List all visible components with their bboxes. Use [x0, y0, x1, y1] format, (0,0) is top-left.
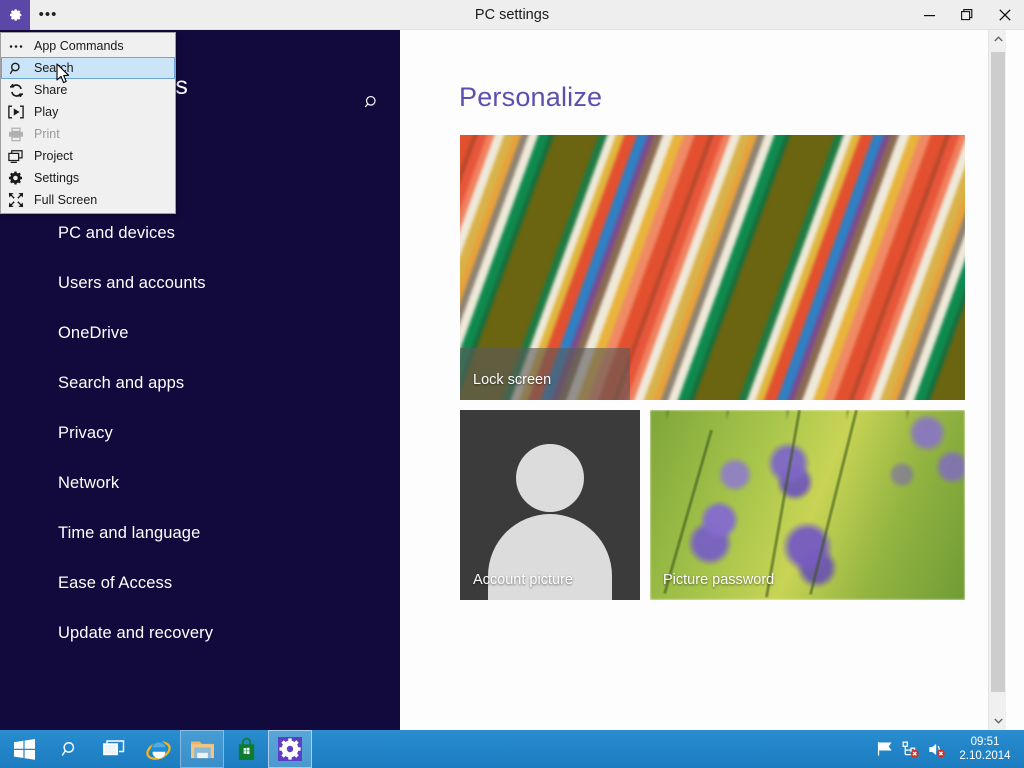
content-scrollbar[interactable] — [988, 30, 1006, 730]
tile-row: Account picture Picture password — [460, 410, 965, 600]
play-icon — [2, 101, 30, 123]
search-icon — [2, 57, 30, 79]
taskbar-clock[interactable]: 09:51 2.10.2014 — [954, 730, 1016, 768]
task-view-button[interactable] — [92, 730, 136, 768]
sidebar-item-label: Time and language — [58, 523, 201, 542]
desktop-root: ••• PC settings PC settings — [0, 0, 1024, 768]
menu-item-app-commands[interactable]: App Commands — [1, 35, 175, 57]
sidebar-item-update-and-recovery[interactable]: Update and recovery — [0, 608, 400, 658]
project-icon — [2, 145, 30, 167]
pc-settings-button[interactable] — [268, 730, 312, 768]
file-explorer-button[interactable] — [180, 730, 224, 768]
share-icon — [2, 79, 30, 101]
store-button[interactable] — [224, 730, 268, 768]
menu-item-share[interactable]: Share — [1, 79, 175, 101]
close-button[interactable] — [986, 0, 1024, 30]
sidebar-item-label: Users and accounts — [58, 273, 206, 292]
person-head-icon — [516, 444, 584, 512]
menu-item-label: Full Screen — [34, 193, 98, 207]
tile-picture-password[interactable]: Picture password — [650, 410, 965, 600]
sidebar-item-network[interactable]: Network — [0, 458, 400, 508]
menu-item-label: Project — [34, 149, 73, 163]
page-title: Personalize — [459, 82, 603, 112]
scroll-up-chevron-up-icon[interactable] — [989, 30, 1006, 48]
app-commands-menu: App Commands Search Share Play Print Pro… — [0, 32, 176, 214]
menu-item-label: Search — [34, 61, 74, 75]
volume-muted-icon[interactable] — [924, 730, 950, 768]
system-tray: 09:51 2.10.2014 — [872, 730, 1024, 768]
action-center-flag-icon[interactable] — [872, 730, 898, 768]
fullscreen-icon — [2, 189, 30, 211]
menu-item-label: Settings — [34, 171, 80, 185]
sidebar-nav-list: PC and devices Users and accounts OneDri… — [0, 208, 400, 658]
restore-button[interactable] — [948, 0, 986, 30]
menu-item-label: Play — [34, 105, 59, 119]
printer-icon — [2, 123, 30, 145]
window-titlebar: ••• PC settings — [0, 0, 1024, 30]
internet-explorer-button[interactable] — [136, 730, 180, 768]
menu-item-settings[interactable]: Settings — [1, 167, 175, 189]
sidebar-item-label: Ease of Access — [58, 573, 173, 592]
sidebar-item-time-and-language[interactable]: Time and language — [0, 508, 400, 558]
menu-item-project[interactable]: Project — [1, 145, 175, 167]
tile-label: Account picture — [473, 572, 573, 588]
tile-label: Picture password — [663, 572, 775, 588]
personalize-pane: Personalize Lock screen Account picture — [400, 30, 1006, 730]
window-controls — [910, 0, 1024, 30]
clock-time: 09:51 — [970, 736, 1000, 748]
minimize-button[interactable] — [910, 0, 948, 30]
menu-item-label: App Commands — [34, 39, 124, 53]
network-error-icon[interactable] — [898, 730, 924, 768]
sidebar-item-label: Update and recovery — [58, 623, 214, 642]
sidebar-item-label: OneDrive — [58, 323, 129, 342]
menu-item-label: Share — [34, 83, 68, 97]
sidebar-search-icon[interactable] — [358, 88, 386, 116]
personalize-tiles: Lock screen Account picture Picture pass… — [460, 135, 965, 600]
sidebar-item-privacy[interactable]: Privacy — [0, 408, 400, 458]
app-gear-icon[interactable] — [0, 0, 30, 30]
tile-account-picture[interactable]: Account picture — [460, 410, 640, 600]
window-title: PC settings — [474, 6, 550, 23]
tile-label: Lock screen — [473, 372, 552, 388]
sidebar-item-pc-and-devices[interactable]: PC and devices — [0, 208, 400, 258]
sidebar-item-label: Network — [58, 473, 120, 492]
sidebar-item-label: Privacy — [58, 423, 113, 442]
taskbar-search-button[interactable] — [48, 730, 92, 768]
sidebar-item-label: Search and apps — [58, 373, 185, 392]
titlebar-ellipsis-button[interactable]: ••• — [30, 0, 66, 30]
sidebar-item-label: PC and devices — [58, 223, 175, 242]
menu-item-label: Print — [34, 127, 60, 141]
scrollbar-thumb[interactable] — [991, 52, 1005, 692]
sidebar-item-users-and-accounts[interactable]: Users and accounts — [0, 258, 400, 308]
sidebar-item-onedrive[interactable]: OneDrive — [0, 308, 400, 358]
taskbar: 09:51 2.10.2014 — [0, 730, 1024, 768]
start-button[interactable] — [0, 730, 48, 768]
sidebar-item-ease-of-access[interactable]: Ease of Access — [0, 558, 400, 608]
gear-icon — [2, 167, 30, 189]
scroll-down-chevron-down-icon[interactable] — [989, 712, 1006, 730]
sidebar-item-search-and-apps[interactable]: Search and apps — [0, 358, 400, 408]
menu-item-play[interactable]: Play — [1, 101, 175, 123]
tile-lock-screen[interactable]: Lock screen — [460, 135, 965, 400]
menu-item-full-screen[interactable]: Full Screen — [1, 189, 175, 211]
menu-item-print: Print — [1, 123, 175, 145]
clock-date: 2.10.2014 — [959, 750, 1011, 762]
menu-item-search[interactable]: Search — [1, 57, 175, 79]
ellipsis-icon — [2, 35, 30, 57]
